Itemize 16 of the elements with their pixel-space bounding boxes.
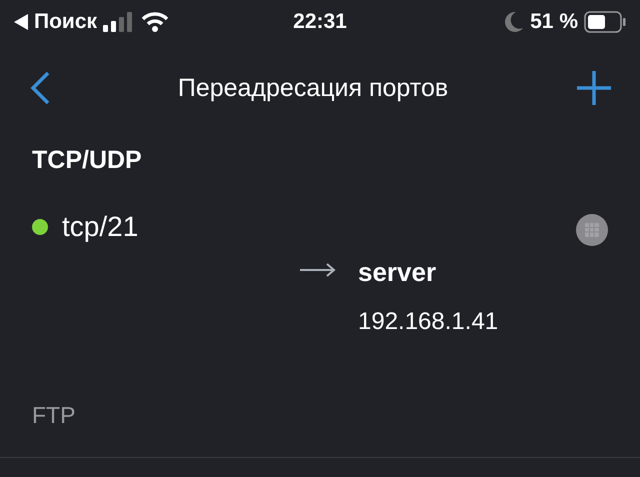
moon-icon — [504, 11, 524, 33]
target-host-name: server — [358, 257, 438, 288]
battery-percent: 51 % — [530, 10, 578, 34]
wifi-icon — [141, 12, 170, 32]
plus-icon[interactable] — [576, 70, 612, 106]
back-chevron-icon[interactable] — [30, 71, 50, 105]
battery-icon — [584, 11, 626, 33]
target-ip-address: 192.168.1.41 — [358, 308, 498, 336]
right-arrow-icon — [300, 263, 336, 277]
back-triangle-icon[interactable] — [14, 14, 28, 30]
screen-title: Переадресация портов — [178, 74, 448, 102]
section-header: TCP/UDP — [31, 145, 143, 175]
port-label[interactable]: tcp/21 — [62, 211, 138, 243]
back-to-app-label[interactable]: Поиск — [34, 10, 98, 34]
clock-time: 22:31 — [293, 10, 347, 33]
rule-description: FTP — [32, 402, 76, 429]
